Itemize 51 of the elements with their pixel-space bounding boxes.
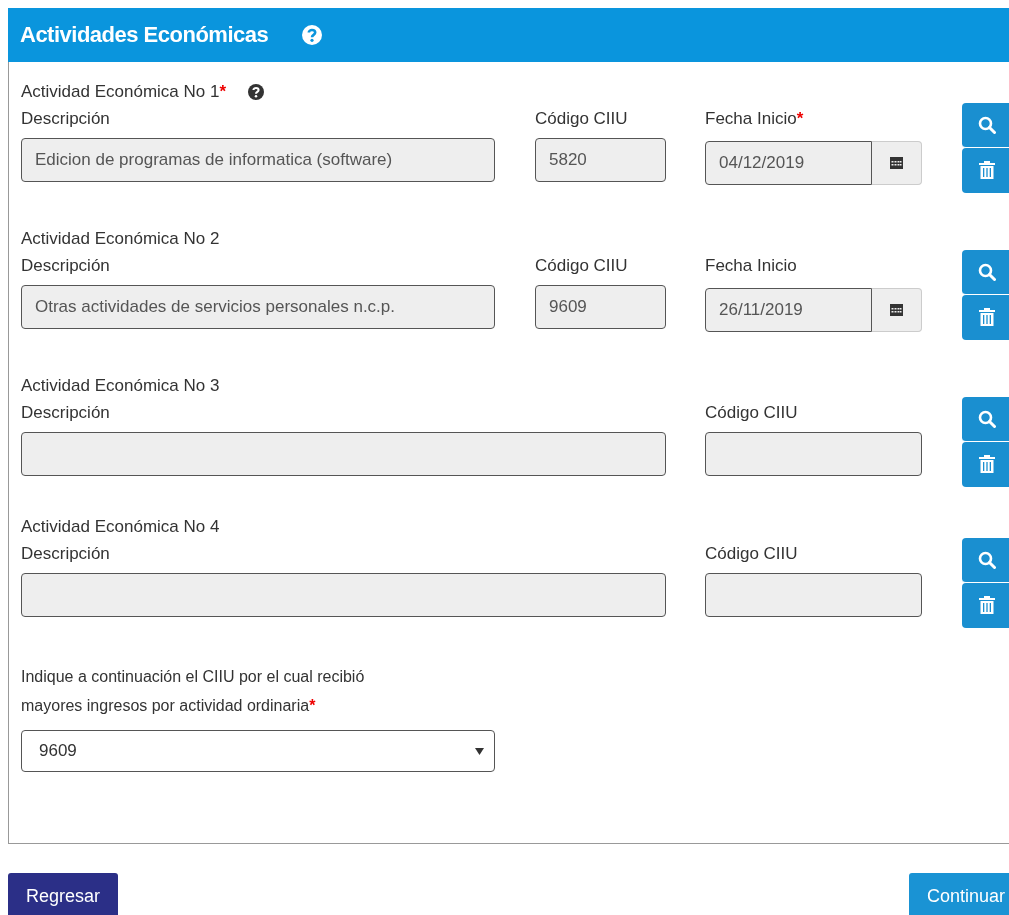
trash-icon bbox=[979, 161, 995, 180]
description-field[interactable]: Otras actividades de servicios personales n.c.p. bbox=[21, 285, 495, 329]
field-label: Fecha Inicio bbox=[705, 255, 798, 277]
activity-heading: Actividad Económica No 1* bbox=[21, 82, 227, 102]
activity-heading: Actividad Económica No 4 bbox=[21, 517, 220, 537]
field-label: Código CIIU bbox=[705, 402, 799, 424]
ciiu-select[interactable]: 9609 bbox=[21, 730, 495, 772]
trash-icon bbox=[979, 596, 995, 615]
calendar-button[interactable] bbox=[872, 141, 922, 185]
field-label: Código CIIU bbox=[705, 543, 799, 565]
field-label: Descripción bbox=[21, 543, 111, 565]
trash-icon bbox=[979, 455, 995, 474]
calendar-icon bbox=[890, 304, 903, 316]
delete-button[interactable] bbox=[962, 442, 1009, 487]
search-icon bbox=[978, 116, 996, 134]
code-field[interactable] bbox=[705, 573, 922, 617]
panel-title: Actividades Económicas bbox=[20, 22, 269, 48]
search-icon bbox=[978, 551, 996, 569]
description-field[interactable] bbox=[21, 573, 666, 617]
field-label: Código CIIU bbox=[535, 108, 629, 130]
field-label: Descripción bbox=[21, 108, 111, 130]
field-label: Código CIIU bbox=[535, 255, 629, 277]
search-icon bbox=[978, 410, 996, 428]
code-field[interactable]: 9609 bbox=[535, 285, 666, 329]
search-button[interactable] bbox=[962, 397, 1009, 442]
calendar-button[interactable] bbox=[872, 288, 922, 332]
date-field[interactable]: 26/11/2019 bbox=[705, 288, 872, 332]
code-field[interactable] bbox=[705, 432, 922, 476]
activity-heading: Actividad Económica No 2 bbox=[21, 229, 220, 249]
description-field[interactable]: Edicion de programas de informatica (software) bbox=[21, 138, 495, 182]
search-button[interactable] bbox=[962, 250, 1009, 295]
help-icon[interactable] bbox=[248, 84, 265, 100]
delete-button[interactable] bbox=[962, 583, 1009, 628]
caret-icon bbox=[475, 747, 484, 755]
description-field[interactable] bbox=[21, 432, 666, 476]
date-field[interactable]: 04/12/2019 bbox=[705, 141, 872, 185]
search-button[interactable] bbox=[962, 538, 1009, 583]
search-icon bbox=[978, 263, 996, 281]
field-label: Descripción bbox=[21, 255, 111, 277]
field-label: Fecha Inicio* bbox=[705, 108, 805, 130]
search-button[interactable] bbox=[962, 103, 1009, 148]
trash-icon bbox=[979, 308, 995, 327]
delete-button[interactable] bbox=[962, 295, 1009, 340]
field-label: Descripción bbox=[21, 402, 111, 424]
back-button[interactable]: Regresar bbox=[8, 873, 119, 915]
field-label: Indique a continuación el CIIU por el cual recibió mayores ingresos por actividad ordinaria* bbox=[21, 667, 366, 716]
code-field[interactable]: 5820 bbox=[535, 138, 666, 182]
continue-button[interactable]: Continuar bbox=[908, 873, 1009, 915]
calendar-icon bbox=[890, 157, 903, 169]
delete-button[interactable] bbox=[962, 148, 1009, 193]
activity-heading: Actividad Económica No 3 bbox=[21, 376, 220, 396]
